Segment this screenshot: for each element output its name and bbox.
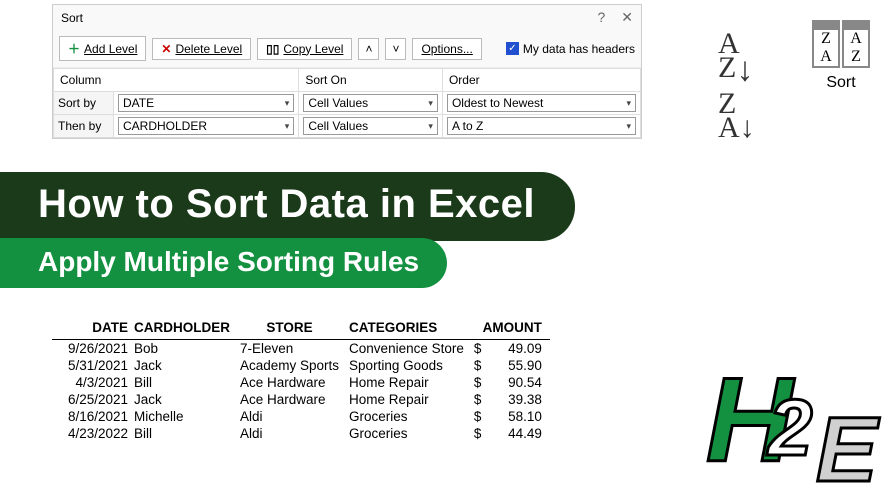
col-header-column: Column <box>54 69 299 92</box>
plus-icon: ＋ <box>68 40 80 57</box>
copy-level-button[interactable]: ▯▯Copy Level <box>257 38 352 60</box>
x-icon: ✕ <box>161 42 171 56</box>
dialog-toolbar: ＋Add Level ✕Delete Level ▯▯Copy Level ˄ … <box>53 30 641 68</box>
cell-amount: $39.38 <box>472 391 550 408</box>
delete-level-button[interactable]: ✕Delete Level <box>152 38 251 60</box>
title-banner: How to Sort Data in Excel <box>0 172 575 241</box>
sort-dialog-icon[interactable]: ZA AZ Sort <box>812 20 870 92</box>
cell-date: 6/25/2021 <box>52 391 132 408</box>
cell-cardholder: Jack <box>132 391 238 408</box>
ribbon-sort-icons: AZ↓ ZA↓ ZA AZ Sort <box>680 6 890 146</box>
column-combo[interactable]: DATE▾ <box>118 94 294 112</box>
cell-store: Ace Hardware <box>238 391 347 408</box>
cell-store: Academy Sports <box>238 357 347 374</box>
table-row: 9/26/2021 Bob 7-Eleven Convenience Store… <box>52 340 550 358</box>
sort-ascending-icon[interactable]: AZ↓ <box>718 32 753 84</box>
cell-store: Ace Hardware <box>238 374 347 391</box>
chevron-up-icon: ˄ <box>365 42 372 56</box>
checkmark-icon: ✓ <box>506 42 519 55</box>
column-combo[interactable]: CARDHOLDER▾ <box>118 117 294 135</box>
chevron-down-icon: ▾ <box>285 121 290 132</box>
table-header: AMOUNT <box>472 318 550 340</box>
cell-store: Aldi <box>238 408 347 425</box>
order-combo[interactable]: Oldest to Newest▾ <box>447 94 636 112</box>
chevron-down-icon: ˅ <box>392 42 399 56</box>
cell-date: 4/3/2021 <box>52 374 132 391</box>
sorton-combo[interactable]: Cell Values▾ <box>303 117 438 135</box>
table-header: STORE <box>238 318 347 340</box>
dialog-title-bar: Sort ? ✕ <box>53 5 641 30</box>
cell-amount: $44.49 <box>472 425 550 442</box>
sort-level-row: Then by CARDHOLDER▾ Cell Values▾ A to Z▾ <box>54 115 641 138</box>
table-row: 4/3/2021 Bill Ace Hardware Home Repair $… <box>52 374 550 391</box>
options-button[interactable]: Options... <box>412 38 481 60</box>
table-header: CARDHOLDER <box>132 318 238 340</box>
cell-amount: $90.54 <box>472 374 550 391</box>
sort-dialog: Sort ? ✕ ＋Add Level ✕Delete Level ▯▯Copy… <box>52 4 642 139</box>
order-combo[interactable]: A to Z▾ <box>447 117 636 135</box>
table-header: CATEGORIES <box>347 318 472 340</box>
table-row: 8/16/2021 Michelle Aldi Groceries $58.10 <box>52 408 550 425</box>
subtitle-banner: Apply Multiple Sorting Rules <box>0 238 447 288</box>
cell-date: 4/23/2022 <box>52 425 132 442</box>
table-row: 6/25/2021 Jack Ace Hardware Home Repair … <box>52 391 550 408</box>
cell-date: 5/31/2021 <box>52 357 132 374</box>
move-down-button[interactable]: ˅ <box>385 38 406 60</box>
table-row: 4/23/2022 Bill Aldi Groceries $44.49 <box>52 425 550 442</box>
cell-cardholder: Jack <box>132 357 238 374</box>
sorton-combo[interactable]: Cell Values▾ <box>303 94 438 112</box>
headers-checkbox[interactable]: ✓ My data has headers <box>506 42 635 56</box>
sort-levels-grid: Column Sort On Order Sort by DATE▾ Cell … <box>53 68 641 138</box>
copy-icon: ▯▯ <box>266 42 279 56</box>
sort-descending-icon[interactable]: ZA↓ <box>718 92 755 140</box>
close-icon[interactable]: ✕ <box>621 9 633 26</box>
cell-category: Groceries <box>347 425 472 442</box>
cell-category: Sporting Goods <box>347 357 472 374</box>
col-header-order: Order <box>442 69 640 92</box>
sort-level-row: Sort by DATE▾ Cell Values▾ Oldest to New… <box>54 92 641 115</box>
cell-category: Home Repair <box>347 391 472 408</box>
chevron-down-icon: ▾ <box>626 98 631 109</box>
chevron-down-icon: ▾ <box>428 121 433 132</box>
add-level-button[interactable]: ＋Add Level <box>59 36 146 61</box>
cell-date: 8/16/2021 <box>52 408 132 425</box>
cell-amount: $58.10 <box>472 408 550 425</box>
col-header-sorton: Sort On <box>299 69 443 92</box>
chevron-down-icon: ▾ <box>626 121 631 132</box>
chevron-down-icon: ▾ <box>428 98 433 109</box>
help-icon[interactable]: ? <box>597 9 605 26</box>
cell-amount: $49.09 <box>472 340 550 358</box>
cell-cardholder: Bill <box>132 425 238 442</box>
table-row: 5/31/2021 Jack Academy Sports Sporting G… <box>52 357 550 374</box>
dialog-title: Sort <box>61 11 83 25</box>
sort-row-label: Sort by <box>54 92 114 115</box>
cell-cardholder: Bill <box>132 374 238 391</box>
cell-category: Convenience Store <box>347 340 472 358</box>
cell-date: 9/26/2021 <box>52 340 132 358</box>
cell-category: Home Repair <box>347 374 472 391</box>
cell-cardholder: Bob <box>132 340 238 358</box>
data-table: DATECARDHOLDERSTORECATEGORIESAMOUNT 9/26… <box>52 318 550 442</box>
cell-amount: $55.90 <box>472 357 550 374</box>
cell-category: Groceries <box>347 408 472 425</box>
h2e-logo: H2E <box>706 360 876 490</box>
cell-cardholder: Michelle <box>132 408 238 425</box>
move-up-button[interactable]: ˄ <box>358 38 379 60</box>
cell-store: 7-Eleven <box>238 340 347 358</box>
table-header: DATE <box>52 318 132 340</box>
sort-row-label: Then by <box>54 115 114 138</box>
chevron-down-icon: ▾ <box>285 98 290 109</box>
cell-store: Aldi <box>238 425 347 442</box>
